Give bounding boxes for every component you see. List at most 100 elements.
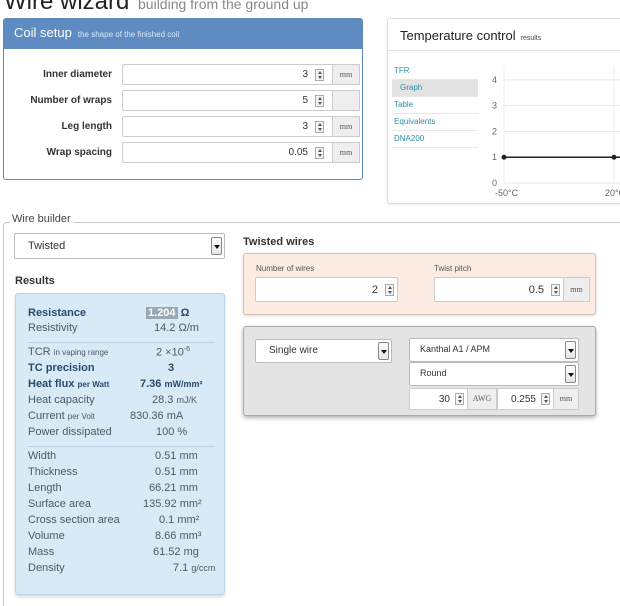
temperature-tabs: TFR Graph Table Equivalents DNA200: [392, 63, 478, 148]
gauge-unit: AWG: [468, 388, 497, 410]
temperature-control-panel: Temperature control results TFR Graph Ta…: [387, 18, 620, 204]
diameter-value: 0.255: [510, 394, 536, 405]
result-key: Width: [28, 450, 57, 462]
result-current: Current per Volt 830.36 mA: [28, 410, 216, 426]
result-value: 830.36 mA: [130, 410, 184, 422]
result-value: 1.204: [146, 307, 178, 319]
wire-kind-value: Single wire: [269, 345, 318, 356]
spinner-icon[interactable]: [551, 284, 560, 296]
tab-tfr[interactable]: TFR: [392, 63, 478, 80]
wire-builder-legend: Wire builder: [10, 213, 73, 225]
result-value: 135.92 mm²: [143, 498, 202, 510]
spinner-icon[interactable]: [385, 284, 394, 296]
spinner-icon[interactable]: [315, 147, 324, 159]
chevron-down-icon[interactable]: [565, 365, 576, 383]
results-divider: [28, 446, 215, 447]
wrap-spacing-unit: mm: [333, 142, 360, 163]
spinner-icon[interactable]: [315, 95, 324, 107]
result-resistance: Resistance 1.204 Ω: [28, 307, 216, 323]
twist-pitch-label: Twist pitch: [434, 264, 472, 273]
twisted-wires-label: Twisted wires: [243, 236, 315, 248]
leg-length-input[interactable]: 3: [122, 116, 333, 137]
x-tick-label: -50°C: [495, 188, 519, 198]
tab-dna200[interactable]: DNA200: [392, 131, 478, 148]
result-surface-area: Surface area 135.92 mm²: [28, 498, 216, 514]
result-value: 2 ×10: [156, 346, 184, 359]
twist-pitch-input[interactable]: 0.5: [434, 277, 564, 302]
gauge-input[interactable]: 30: [409, 388, 468, 410]
twist-pitch-value: 0.5: [528, 284, 544, 296]
number-of-wraps-input[interactable]: 5: [122, 90, 333, 111]
results-divider: [28, 342, 215, 343]
wire-type-value: Twisted: [28, 240, 66, 252]
number-of-wraps-row: Number of wraps 5: [4, 90, 364, 112]
profile-value: Round: [420, 368, 447, 378]
tab-graph[interactable]: Graph: [392, 80, 478, 97]
result-width: Width 0.51 mm: [28, 450, 216, 466]
result-value: 28.3: [152, 394, 174, 406]
coil-setup-subtitle: the shape of the finished coil: [77, 30, 180, 39]
number-of-wraps-label: Number of wraps: [30, 95, 112, 106]
y-tick-label: 2: [492, 126, 497, 136]
result-key: Mass: [28, 546, 55, 558]
result-unit: Ω/m: [178, 322, 199, 334]
result-volume: Volume 8.66 mm³: [28, 530, 216, 546]
result-length: Length 66.21 mm: [28, 482, 216, 498]
spinner-icon[interactable]: [541, 393, 550, 405]
profile-select[interactable]: Round: [409, 362, 579, 386]
leg-length-unit: mm: [333, 116, 360, 137]
coil-setup-title: Coil setup: [14, 25, 72, 40]
result-key: Cross section area: [28, 514, 120, 526]
number-of-wraps-value: 5: [302, 95, 308, 106]
y-tick-label: 1: [492, 152, 497, 162]
result-key: Density: [28, 562, 65, 574]
result-value: 8.66 mm³: [155, 530, 202, 542]
inner-diameter-value: 3: [302, 69, 308, 80]
chevron-down-icon[interactable]: [378, 342, 389, 360]
result-exponent: -6: [183, 346, 191, 353]
temperature-control-subtitle: results: [520, 35, 542, 42]
result-value: 61.52 mg: [153, 546, 199, 558]
wire-kind-select[interactable]: Single wire: [255, 339, 392, 363]
chevron-down-icon[interactable]: [565, 341, 576, 359]
tab-equivalents[interactable]: Equivalents: [392, 114, 478, 131]
tab-table[interactable]: Table: [392, 97, 478, 114]
material-select[interactable]: Kanthal A1 / APM: [409, 338, 579, 362]
leg-length-row: Leg length 3 mm: [4, 116, 364, 138]
result-key: Resistance: [28, 307, 87, 319]
wrap-spacing-input[interactable]: 0.05: [122, 142, 333, 163]
inner-diameter-label: Inner diameter: [43, 69, 112, 80]
diameter-input[interactable]: 0.255: [497, 388, 554, 410]
result-key: Resistivity: [28, 322, 78, 334]
material-value: Kanthal A1 / APM: [420, 344, 491, 354]
inner-diameter-input[interactable]: 3: [122, 64, 333, 85]
result-key: Surface area: [28, 498, 91, 510]
result-thickness: Thickness 0.51 mm: [28, 466, 216, 482]
spinner-icon[interactable]: [315, 69, 324, 81]
result-value: 7.36: [140, 378, 162, 390]
inner-diameter-unit: mm: [333, 64, 360, 85]
chevron-down-icon[interactable]: [211, 237, 222, 255]
result-heat-capacity: Heat capacity 28.3 mJ/K: [28, 394, 216, 410]
spinner-icon[interactable]: [315, 121, 324, 133]
result-qualifier: per Volt: [67, 412, 95, 421]
spinner-icon[interactable]: [455, 393, 464, 405]
result-key: Heat flux: [28, 378, 75, 390]
result-unit: g/ccm: [191, 563, 216, 573]
number-of-wires-input[interactable]: 2: [255, 277, 398, 302]
result-key: Heat capacity: [28, 394, 95, 406]
wrap-spacing-label: Wrap spacing: [46, 147, 112, 158]
wire-type-select[interactable]: Twisted: [14, 233, 225, 259]
y-tick-label: 4: [492, 75, 497, 85]
x-tick-label: 20°C: [605, 188, 620, 198]
result-key: Power dissipated: [28, 426, 112, 438]
result-mass: Mass 61.52 mg: [28, 546, 216, 562]
results-panel: Resistance 1.204 Ω Resistivity 14.2 Ω/m …: [15, 293, 225, 595]
temperature-control-header: Temperature control results: [388, 19, 620, 51]
result-value: 66.21 mm: [149, 482, 198, 494]
number-of-wires-value: 2: [371, 284, 378, 296]
y-tick-label: 3: [492, 101, 497, 111]
y-tick-label: 0: [492, 178, 497, 188]
result-value: 3: [168, 362, 175, 374]
data-point: [611, 154, 617, 160]
